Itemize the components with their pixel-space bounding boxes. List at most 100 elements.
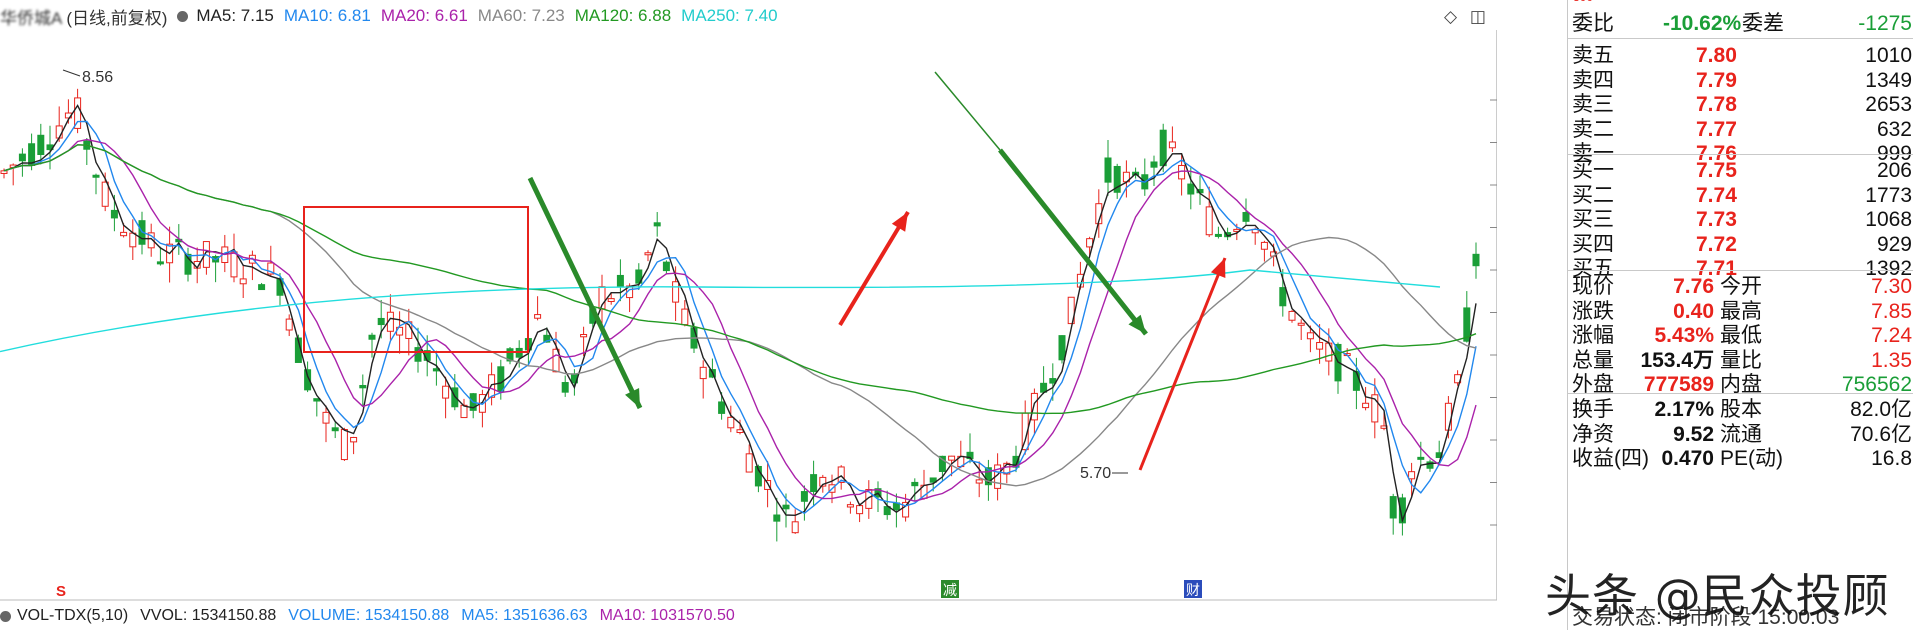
fundamental-row: 收益(四) 0.470 PE(动) 16.8 [1568,445,1913,473]
candle-body [359,384,367,389]
cai-marker: 财 [1186,582,1200,598]
stock-name: 华侨城A [0,8,63,28]
chart-corner-icons: ◇ ◫ [1436,7,1486,27]
candle-body [653,222,661,227]
settings-dot-icon[interactable] [177,10,189,22]
vvol-label: VVOL: 1534150.88 [140,607,277,624]
candle-body [55,125,63,139]
candle-body [810,474,818,493]
candle-body [442,385,450,399]
stat-value-2: 756562 [1841,373,1912,396]
up-arrow-2 [1138,257,1227,471]
candle-body [607,298,615,302]
candle-body [534,314,542,319]
candle-body [1159,129,1167,167]
candle-body [782,504,790,510]
weicha-value: -1275 [1858,12,1912,35]
stat-label: 外盘 [1572,373,1614,396]
candle-body [129,232,137,248]
candle-body [0,170,8,174]
quote-panel: 300委比-10.62%委差-1275卖五7.801010卖四7.791349卖… [1567,0,1913,630]
candle-body [1362,402,1370,409]
candle-body [1205,206,1213,236]
volume-label: VOLUME: 1534150.88 [288,607,450,624]
candle-body [230,251,238,278]
candle-body [644,252,652,256]
panel-top-label: 300 [1573,0,1593,4]
candle-body [1408,471,1416,480]
candle-body [681,308,689,326]
candle-body [18,153,26,162]
watermark: 头条 @民众投顾 [1545,569,1890,623]
candle-body [1242,212,1250,222]
ma120-line [3,144,1477,415]
candle-body [1306,332,1314,340]
candle-body [791,521,799,534]
candle-body [1049,378,1057,384]
volume-ma5-label: MA5: 1351636.63 [461,607,588,624]
candle-body [580,334,588,338]
candle-body [1279,287,1287,307]
candle-body [948,455,956,461]
weibi-value: -10.62% [1663,12,1742,35]
diamond-icon[interactable]: ◇ [1444,7,1457,26]
volume-header: VOL-TDX(5,10) VVOL: 1534150.88 VOLUME: 1… [0,604,1480,628]
candle-body [92,174,100,178]
candle-body [258,284,266,291]
fund-label: 收益(四) [1572,447,1649,470]
ma60-label: MA60: 7.23 [477,6,565,25]
panel-divider [1568,38,1913,39]
candle-body [1058,335,1066,361]
candle-body [368,334,376,340]
candle-body [1352,370,1360,391]
weibi-row: 委比 -10.62% 委差 -1275 [1568,10,1913,38]
candle-body [460,404,468,419]
high-annotation: 8.56 [82,69,113,86]
candle-body [331,427,339,432]
stat-label-2: 内盘 [1720,373,1762,396]
candle-body [1288,310,1296,321]
volume-settings-dot-icon[interactable] [0,610,11,622]
fund-value-2: 16.8 [1871,447,1912,470]
candle-body [736,429,744,434]
candle-body [800,491,808,502]
trend-line-thin [934,71,1001,151]
candle-body [120,231,128,237]
candle-body [699,366,707,380]
candle-body [1168,141,1176,149]
fund-label-2: PE(动) [1720,447,1783,470]
weicha-label: 委差 [1742,12,1784,35]
candle-body [156,261,164,265]
candle-body [1297,322,1305,326]
weibi-label: 委比 [1572,12,1614,35]
candle-body [616,274,624,288]
ma120-label: MA120: 6.88 [574,6,672,25]
ma10-label: MA10: 6.81 [283,6,371,25]
ma10-line [3,120,1477,515]
kline-chart-area[interactable]: 8.508.258.007.757.507.257.006.756.506.25… [0,0,1497,630]
candle-body [239,278,247,285]
candle-body [340,428,348,461]
panel-divider [1568,154,1913,155]
kline-chart[interactable]: 8.508.258.007.757.507.257.006.756.506.25… [0,0,1497,630]
up-arrow-1 [838,210,910,327]
candle-body [662,261,670,272]
candle-body [975,479,983,484]
candle-body [350,436,358,443]
ma5-label: MA5: 7.15 [196,6,274,25]
candle-body [727,416,735,429]
s-marker: S [56,583,66,600]
panel-divider [1568,393,1913,394]
candle-body [745,453,753,473]
candle-body [1316,342,1324,350]
candle-body [846,504,854,508]
candle-body [1150,161,1158,168]
period-label[interactable]: (日线,前复权) [66,4,167,29]
candle-body [672,281,680,303]
ma250-label: MA250: 7.40 [681,6,778,25]
ma20-line [3,138,1477,502]
panel-toggle-icon[interactable]: ◫ [1470,7,1486,26]
candle-body [718,401,726,414]
ma60-line [3,144,1477,487]
volume-indicator-name[interactable]: VOL-TDX(5,10) [17,607,128,625]
